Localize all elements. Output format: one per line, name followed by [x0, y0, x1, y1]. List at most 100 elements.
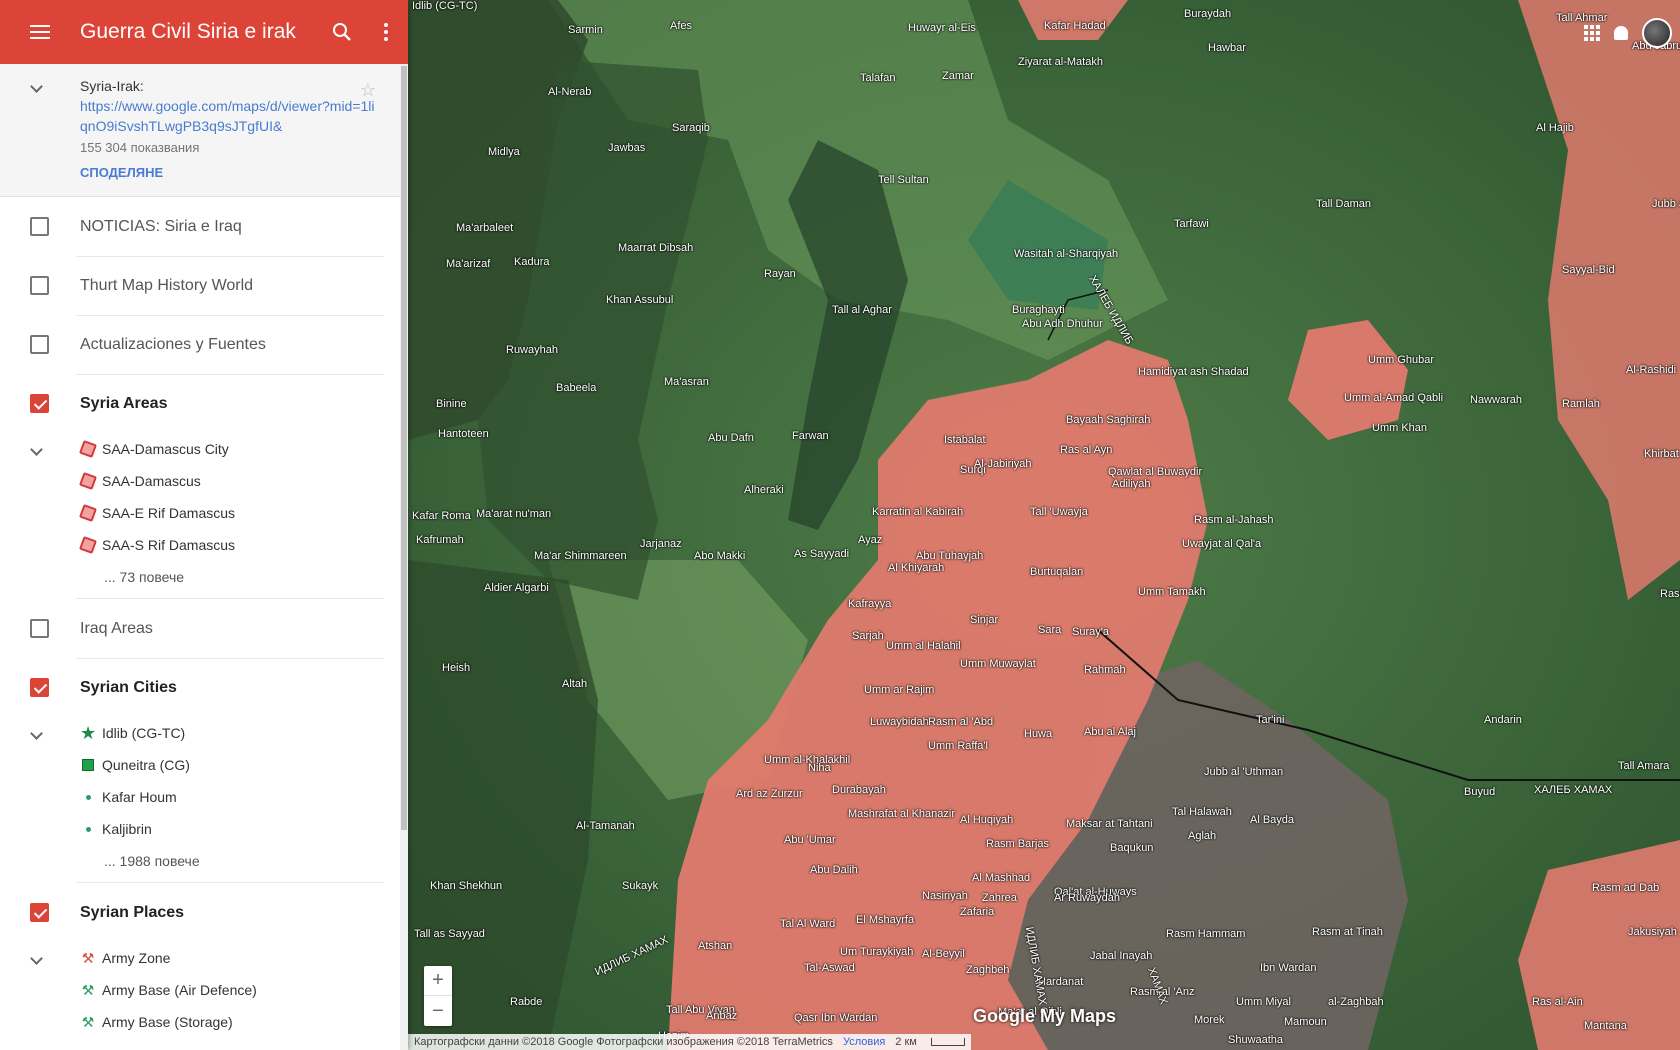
map-label[interactable]: Huwa	[1024, 728, 1052, 740]
map-label[interactable]: Huwayr al-Eis	[908, 22, 976, 34]
scrollbar-thumb[interactable]	[401, 66, 407, 830]
layer-item[interactable]: SAA-S Rif Damascus	[0, 529, 400, 561]
layer-checkbox[interactable]	[30, 678, 49, 697]
layer-item[interactable]: SAA-E Rif Damascus	[0, 497, 400, 529]
map-label[interactable]: Um Turaykiyah	[840, 946, 913, 958]
map-label[interactable]: Tall 'Uwayja	[1030, 506, 1088, 518]
map-label[interactable]: Abo Makki	[694, 550, 745, 562]
map-label[interactable]: Hawbar	[1208, 42, 1246, 54]
map-label[interactable]: Kafar Hadad	[1044, 20, 1106, 32]
layer-item[interactable]: Kafar Houm	[0, 781, 400, 813]
share-button[interactable]: СПОДЕЛЯНЕ	[80, 165, 380, 180]
map-label[interactable]: Zaghbeh	[966, 964, 1009, 976]
layer-thurt-map[interactable]: Thurt Map History World	[0, 256, 400, 316]
zoom-out-button[interactable]: −	[424, 996, 452, 1026]
map-label[interactable]: Abu 'Umar	[784, 834, 836, 846]
expand-chevron-icon[interactable]	[30, 727, 43, 740]
map-label[interactable]: Khan Shekhun	[430, 880, 502, 892]
map-label[interactable]: Tall as Sayyad	[414, 928, 485, 940]
map-label[interactable]: Hantoteen	[438, 428, 489, 440]
map-label[interactable]: Tall al Aghar	[832, 304, 892, 316]
map-label[interactable]: Al Khiyarah	[888, 562, 944, 574]
map-label[interactable]: Buyud	[1464, 786, 1495, 798]
map-label[interactable]: Luwaybidah	[870, 716, 929, 728]
map-label[interactable]: Wasitah al-Sharqiyah	[1014, 248, 1118, 260]
map-label[interactable]: Aldier Algarbi	[484, 582, 549, 594]
menu-icon[interactable]	[0, 21, 80, 43]
avatar[interactable]	[1642, 18, 1672, 48]
more-options-icon[interactable]	[364, 20, 408, 44]
map-label[interactable]: Kadura	[514, 256, 549, 268]
map-label[interactable]: Rahmah	[1084, 664, 1126, 676]
map-label[interactable]: Ma'arizaf	[446, 258, 490, 270]
map-label[interactable]: Kafrumah	[416, 534, 464, 546]
layer-syrian-places[interactable]: Syrian Places	[0, 883, 400, 942]
map-label[interactable]: Abu al Alaj	[1084, 726, 1136, 738]
layer-item[interactable]: ⚒ Army Base (Air Defence)	[0, 974, 400, 1006]
map-label[interactable]: Baqukun	[1110, 842, 1153, 854]
map-label[interactable]: Atshan	[698, 940, 732, 952]
map-label[interactable]: Idlib (CG-TC)	[412, 0, 477, 12]
map-label[interactable]: Al Bayda	[1250, 814, 1294, 826]
map-label[interactable]: Farwan	[792, 430, 829, 442]
map-label[interactable]: Tal Al Ward	[780, 918, 835, 930]
star-icon[interactable]: ☆	[360, 80, 376, 101]
layer-item[interactable]: ★ Idlib (CG-TC)	[0, 717, 400, 749]
map-label[interactable]: Rayan	[764, 268, 796, 280]
map-label[interactable]: Mamoun	[1284, 1016, 1327, 1028]
map-label[interactable]: Umm Tamakh	[1138, 586, 1206, 598]
map-label[interactable]: Heish	[442, 662, 470, 674]
map-label[interactable]: Al-Jabiriyah	[974, 458, 1031, 470]
map-label[interactable]: Umm Miyal	[1236, 996, 1291, 1008]
map-label[interactable]: Sarjah	[852, 630, 884, 642]
map-label[interactable]: Ramlah	[1562, 398, 1600, 410]
map-label[interactable]: Rasm at Tinah	[1312, 926, 1383, 938]
more-items-link[interactable]: ... 73 повече	[0, 561, 400, 593]
map-label[interactable]: Andarin	[1484, 714, 1522, 726]
map-label[interactable]: Ard az Zurzur	[736, 788, 803, 800]
layer-checkbox[interactable]	[30, 394, 49, 413]
map-label[interactable]: Sara	[1038, 624, 1061, 636]
map-label[interactable]: Sarmin	[568, 24, 603, 36]
sidebar-scrollbar[interactable]	[400, 64, 408, 1050]
map-label[interactable]: Ras al Ayn	[1060, 444, 1112, 456]
map-label[interactable]: Zafaria	[960, 906, 994, 918]
map-label[interactable]: Bayaah Saghirah	[1066, 414, 1150, 426]
map-label[interactable]: Istabalat	[944, 434, 986, 446]
layer-checkbox[interactable]	[30, 903, 49, 922]
map-label[interactable]: Abu Adh Dhuhur	[1022, 318, 1103, 330]
map-label[interactable]: Ras al-Ain	[1532, 996, 1583, 1008]
map-label[interactable]: Anbaz	[706, 1010, 737, 1022]
map-label[interactable]: Buraghayti	[1012, 304, 1065, 316]
map-label[interactable]: Al Huqiyah	[960, 814, 1013, 826]
map-label[interactable]: Rasm Barjas	[986, 838, 1049, 850]
map-label[interactable]: Jawbas	[608, 142, 645, 154]
layer-item[interactable]: Quneitra (CG)	[0, 749, 400, 781]
map-label[interactable]: Ziyarat al-Matakh	[1018, 56, 1103, 68]
map-label[interactable]: Abu Dalih	[810, 864, 858, 876]
map-label[interactable]: Karratin al Kabirah	[872, 506, 963, 518]
map-canvas[interactable]: Idlib (CG-TC) Sarmin Afes Huwayr al-Eis …	[408, 0, 1680, 1050]
map-label[interactable]: Saraqib	[672, 122, 710, 134]
map-label[interactable]: Tar'ini	[1256, 714, 1284, 726]
map-label[interactable]: Tall Amara	[1618, 760, 1669, 772]
map-label[interactable]: Afes	[670, 20, 692, 32]
layer-checkbox[interactable]	[30, 335, 49, 354]
map-label[interactable]: Jakusiyah	[1628, 926, 1677, 938]
layer-syria-areas[interactable]: Syria Areas	[0, 374, 400, 433]
map-label[interactable]: Sukayk	[622, 880, 658, 892]
map-label[interactable]: Nasiriyah	[922, 890, 968, 902]
map-label[interactable]: Shuwaatha	[1228, 1034, 1283, 1046]
layer-item[interactable]: SAA-Damascus	[0, 465, 400, 497]
map-label[interactable]: Niha	[808, 762, 831, 774]
map-label[interactable]: Maksar at Tahtani	[1066, 818, 1153, 830]
map-label[interactable]: Umm Muwaylat	[960, 658, 1036, 670]
map-label[interactable]: Umm Ghubar	[1368, 354, 1434, 366]
map-label[interactable]: Rasm	[1660, 588, 1680, 600]
layer-item[interactable]: SAA-Damascus City	[0, 433, 400, 465]
map-label[interactable]: Al-Nerab	[548, 86, 591, 98]
layer-checkbox[interactable]	[30, 217, 49, 236]
map-label[interactable]: Sayyal-Bid	[1562, 264, 1615, 276]
layers-scroll-area[interactable]: ☆ Syria-Irak: https://www.google.com/map…	[0, 64, 400, 1050]
map-label[interactable]: Jabal Inayah	[1090, 950, 1152, 962]
